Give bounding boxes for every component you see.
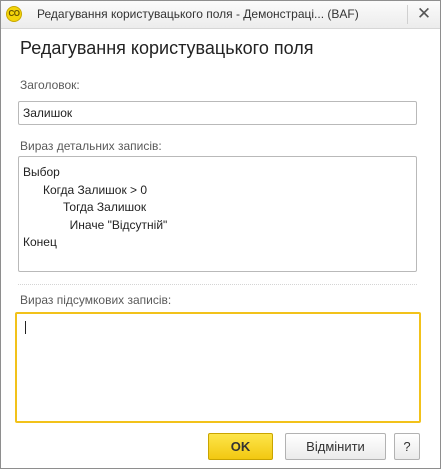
- dialog-heading: Редагування користувацького поля: [20, 38, 314, 58]
- title-field-label: Заголовок:: [20, 78, 80, 92]
- summary-expression-field[interactable]: [15, 312, 421, 423]
- code-line: Тогда Залишок: [23, 200, 147, 214]
- text-caret: [25, 321, 26, 334]
- code-line: Когда Залишок > 0: [23, 182, 148, 197]
- code-line: Конец: [23, 235, 57, 249]
- code-line: Иначе "Відсутній": [23, 217, 168, 232]
- title-separator: [407, 5, 408, 24]
- detail-expression-label: Вираз детальних записів:: [20, 139, 162, 153]
- code-line: Выбор: [23, 165, 60, 179]
- app-logo-icon: CO: [6, 6, 22, 22]
- help-button[interactable]: ?: [394, 433, 420, 460]
- ok-button[interactable]: OK: [208, 433, 273, 460]
- title-field[interactable]: [18, 101, 417, 125]
- summary-expression-label: Вираз підсумкових записів:: [20, 293, 172, 307]
- section-divider: [18, 284, 417, 285]
- title-bar[interactable]: CO Редагування користувацького поля - Де…: [1, 1, 440, 29]
- cancel-button[interactable]: Відмінити: [285, 433, 386, 460]
- dialog-window: CO Редагування користувацького поля - Де…: [0, 0, 441, 469]
- window-title: Редагування користувацького поля - Демон…: [37, 7, 359, 21]
- close-icon[interactable]: ✕: [415, 5, 433, 23]
- detail-expression-field[interactable]: Выбор Когда Залишок > 0 Тогда Залишок Ин…: [18, 156, 417, 272]
